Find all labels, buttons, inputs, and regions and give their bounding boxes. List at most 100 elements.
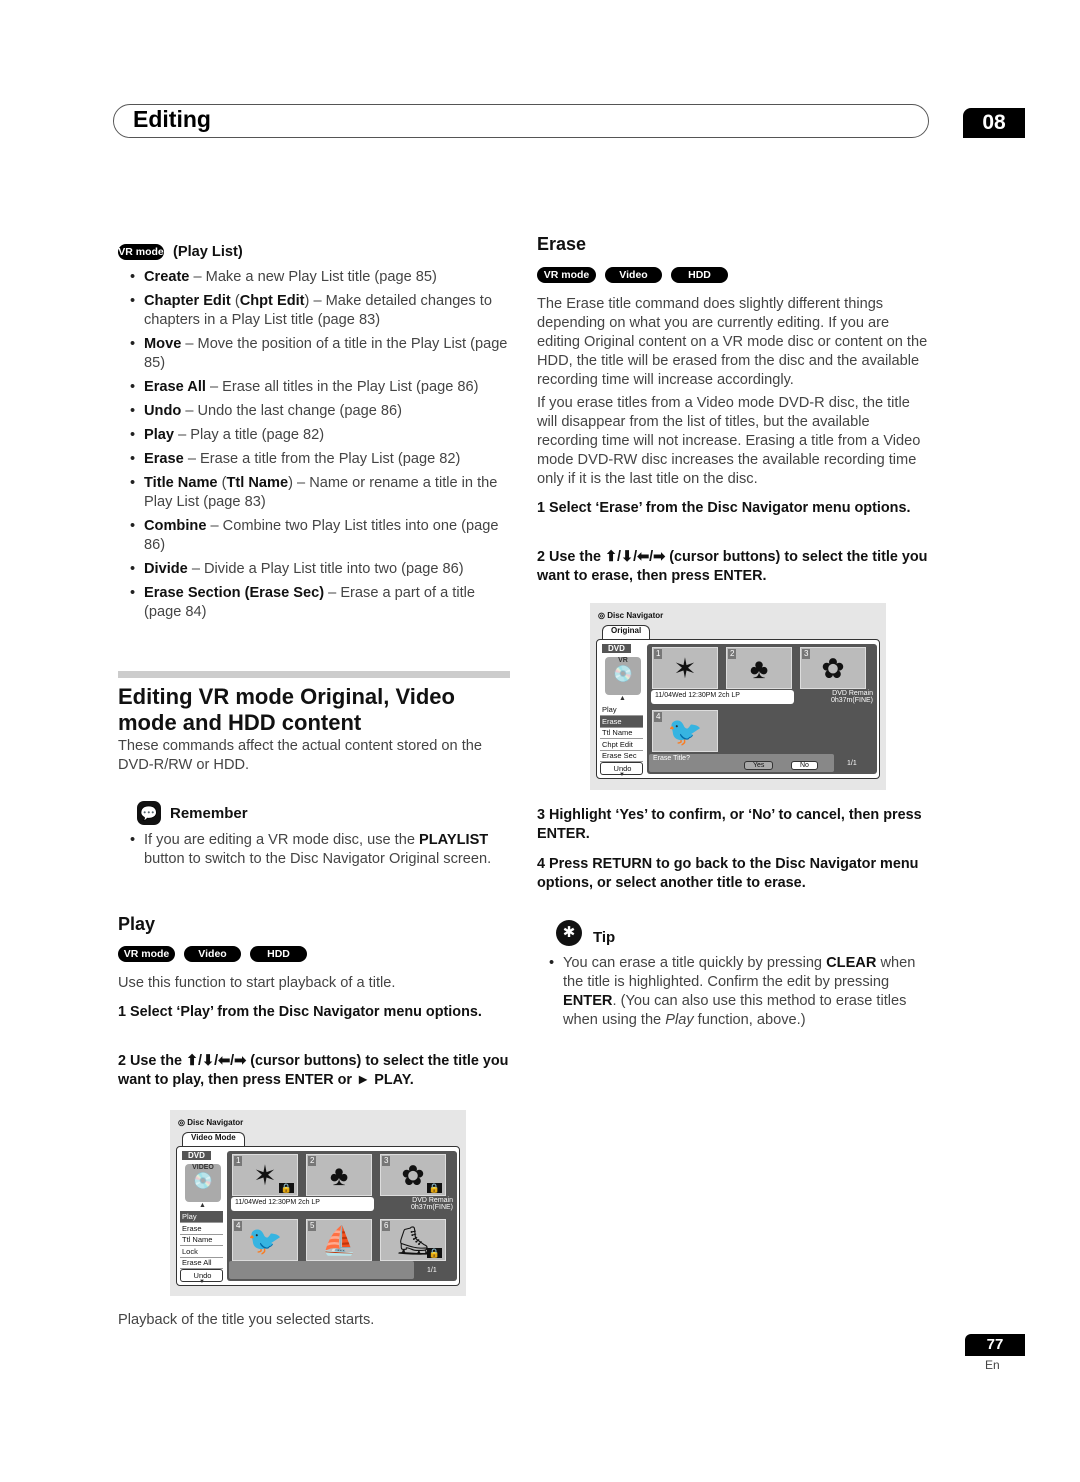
disc-type-label: DVD (182, 1151, 211, 1160)
text-span: – Move the position of a title in the Pl… (144, 336, 508, 371)
erase-paragraph-1: The Erase title command does slightly di… (537, 296, 928, 388)
bold-term: ENTER (563, 993, 613, 1009)
tip-note: You can erase a title quickly by pressin… (537, 954, 932, 1030)
list-item: Erase – Erase a title from the Play List… (118, 450, 513, 469)
bold-term: Chapter Edit (144, 293, 231, 309)
title-thumbnail[interactable]: 4 🐦 (652, 710, 718, 752)
title-info: 11/04Wed 12:30PM 2ch LP (231, 1197, 374, 1211)
scroll-down-icon[interactable]: ▼ (199, 1279, 205, 1285)
text-span: – Play a title (page 82) (174, 427, 325, 443)
title-image-icon: 🐦 (667, 716, 703, 747)
tip-icon: ✱ (556, 920, 582, 946)
text-span: button to switch to the Disc Navigator O… (144, 851, 492, 867)
list-item: Erase All – Erase all titles in the Play… (118, 378, 513, 397)
page-number: 77 (965, 1334, 1025, 1356)
title-thumbnail[interactable]: 5 ⛵ (306, 1219, 372, 1261)
menu-item-erase-all[interactable]: Erase All (180, 1257, 223, 1269)
title-thumbnail[interactable]: 3 ✿ (800, 647, 866, 689)
playlist-command-list: Create – Make a new Play List title (pag… (118, 268, 513, 622)
scroll-up-icon[interactable]: ▲ (619, 695, 626, 702)
list-item: Move – Move the position of a title in t… (118, 335, 513, 373)
menu-item-erase[interactable]: Erase (600, 715, 643, 728)
title-thumbnail[interactable]: 1 ✶ 🔒 (232, 1154, 298, 1196)
text-span: – Divide a Play List title into two (pag… (187, 561, 464, 577)
section-intro: These commands affect the actual content… (118, 738, 482, 773)
tip-label: Tip (593, 929, 616, 946)
mode-tab[interactable]: Video Mode (182, 1132, 245, 1146)
title-thumbnail[interactable]: 3 ✿ 🔒 (380, 1154, 446, 1196)
remember-icon: 💬 (137, 801, 161, 825)
erase-step-1: 1 Select ‘Erase’ from the Disc Navigator… (537, 500, 911, 516)
disc-navigator-erase-screenshot: ◎ Disc Navigator Original DVD VR 💿 ▲ Play E… (590, 603, 886, 790)
vr-mode-badge: VR mode (537, 266, 596, 283)
title-grid: 1 ✶ 2 ♣ 3 ✿ 4 🐦 11/04Wed 12:30PM 2ch LP DVD Rema… (647, 644, 877, 774)
disc-navigator-play-screenshot: ◎ Disc Navigator Video Mode DVD VIDEO 💿 ▲… (170, 1110, 466, 1296)
title-thumbnail[interactable]: 6 ⛸ 🔒 (380, 1219, 446, 1261)
erase-step-3: 3 Highlight ‘Yes’ to confirm, or ‘No’ to… (537, 807, 922, 842)
lock-icon: 🔒 (426, 1183, 442, 1193)
text-span: ( (230, 293, 240, 309)
remember-note: If you are editing a VR mode disc, use t… (118, 831, 513, 869)
play-heading: Play (118, 914, 156, 934)
menu-item-erase[interactable]: Erase (180, 1223, 223, 1235)
title-thumbnail[interactable]: 2 ♣ (726, 647, 792, 689)
navigator-panel: DVD VR 💿 ▲ Play Erase Ttl Name Chpt Edit Erase… (596, 639, 880, 779)
vr-mode-badge: VR mode (118, 244, 164, 261)
text-span: – Erase all titles in the Play List (pag… (205, 379, 479, 395)
list-item: You can erase a title quickly by pressin… (537, 954, 932, 1030)
menu-item-play[interactable]: Play (180, 1211, 223, 1223)
menu-item-play[interactable]: Play (600, 704, 643, 716)
title-image-icon: ⛸ (395, 1225, 431, 1256)
prompt-bar: Erase Title? Yes No (649, 754, 834, 772)
bold-term: Title Name (144, 475, 218, 491)
erase-step-4: 4 Press RETURN to go back to the Disc Na… (537, 856, 919, 891)
bold-term: Erase Section (Erase Sec) (144, 585, 325, 601)
bold-term: Ttl Name (226, 475, 289, 491)
bold-term: Divide (144, 561, 188, 577)
play-step-2: 2 Use the ⬆/⬇/⬅/➡ (cursor buttons) to se… (118, 1053, 509, 1088)
list-item: Erase Section (Erase Sec) – Erase a part… (118, 584, 513, 622)
page-indicator: 1/1 (847, 760, 857, 767)
title-image-icon: ✿ (821, 653, 845, 684)
list-item: If you are editing a VR mode disc, use t… (118, 831, 513, 869)
text-span: – Undo the last change (page 86) (181, 403, 402, 419)
menu-item-erase-sec[interactable]: Erase Sec (600, 750, 643, 762)
menu-item-ttl-name[interactable]: Ttl Name (600, 727, 643, 739)
menu-item-lock[interactable]: Lock (180, 1246, 223, 1258)
play-step-1: 1 Select ‘Play’ from the Disc Navigator … (118, 1004, 482, 1020)
title-thumbnail[interactable]: 4 🐦 (232, 1219, 298, 1261)
disc-navigator-title: ◎ Disc Navigator (178, 1118, 244, 1127)
disc-type-label: DVD (602, 644, 631, 653)
video-mode-badge: Video mode (605, 266, 662, 297)
no-button[interactable]: No (791, 761, 818, 770)
header-bar (113, 104, 929, 138)
list-item: Divide – Divide a Play List title into t… (118, 560, 513, 579)
section-title: Editing VR mode Original, Video mode and… (118, 684, 455, 735)
section-divider (118, 671, 510, 678)
title-image-icon: ♣ (329, 1160, 349, 1191)
mode-tab[interactable]: Original (602, 625, 651, 639)
prompt-bar (229, 1261, 414, 1279)
title-thumbnail[interactable]: 2 ♣ (306, 1154, 372, 1196)
menu-item-ttl-name[interactable]: Ttl Name (180, 1234, 223, 1246)
page-indicator: 1/1 (427, 1267, 437, 1274)
title-image-icon: 🐦 (247, 1225, 283, 1256)
playlist-section: VR mode (Play List) Create – Make a new P… (118, 243, 513, 627)
bold-term: Undo (144, 403, 182, 419)
erase-step-2: 2 Use the ⬆/⬇/⬅/➡ (cursor buttons) to se… (537, 549, 928, 584)
scroll-up-icon[interactable]: ▲ (199, 1202, 206, 1209)
hdd-badge: HDD (671, 266, 728, 283)
title-thumbnail[interactable]: 1 ✶ (652, 647, 718, 689)
menu-item-chpt-edit[interactable]: Chpt Edit (600, 739, 643, 751)
disc-navigator-icon: ◎ (178, 1118, 185, 1127)
title-image-icon: ♣ (749, 653, 769, 684)
remember-label: Remember (170, 805, 248, 822)
text-span: If you are editing a VR mode disc, use t… (144, 832, 420, 848)
yes-button[interactable]: Yes (744, 761, 774, 770)
list-item: Create – Make a new Play List title (pag… (118, 268, 513, 287)
scroll-down-icon[interactable]: ▼ (619, 772, 625, 778)
disc-navigator-title: ◎ Disc Navigator (598, 611, 664, 620)
lock-icon: 🔒 (426, 1248, 442, 1258)
text-span: – Make a new Play List title (page 85) (189, 269, 437, 285)
bold-term: Create (144, 269, 190, 285)
